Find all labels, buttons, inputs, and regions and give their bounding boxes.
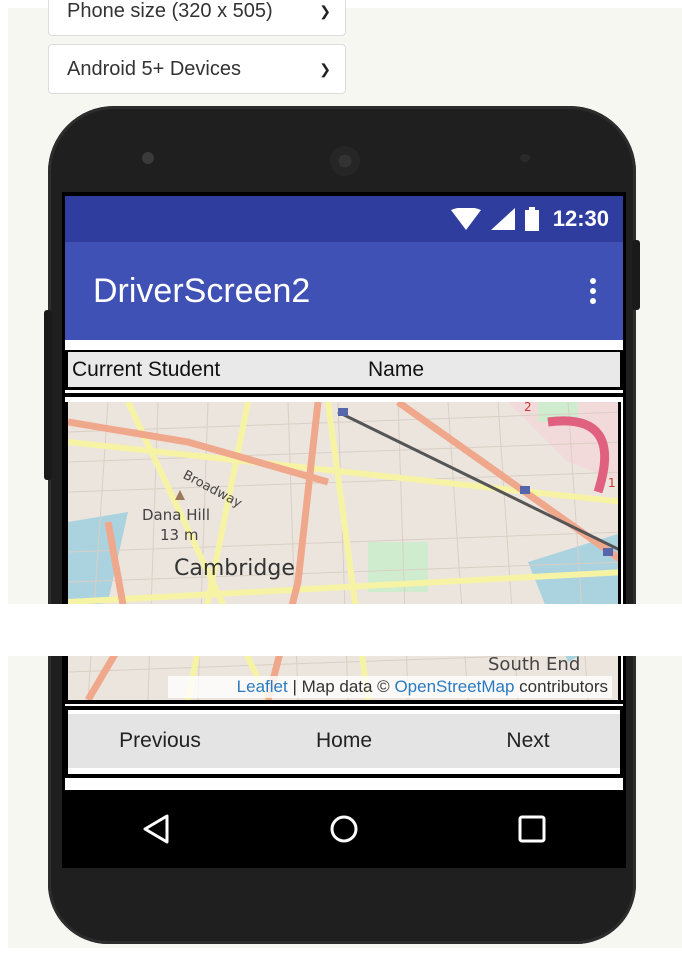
battery-icon (524, 207, 539, 231)
home-button[interactable]: Home (252, 714, 436, 768)
front-camera-icon (142, 152, 154, 164)
divider (65, 393, 623, 397)
chevron-down-icon: ❯ (319, 60, 331, 77)
status-bar: 12:30 (65, 196, 623, 242)
divider (65, 782, 623, 788)
attribution-suffix: contributors (514, 677, 608, 696)
status-time: 12:30 (552, 206, 609, 231)
previous-button[interactable]: Previous (68, 714, 252, 768)
phone-size-value: Phone size (320 x 505) (67, 0, 273, 22)
scroll-gap (0, 604, 682, 656)
map-label-south-end: South End (488, 654, 581, 675)
student-name-value: Name (368, 358, 425, 381)
back-icon[interactable] (126, 799, 186, 859)
openstreetmap-link[interactable]: OpenStreetMap (394, 677, 514, 696)
phone-size-select[interactable]: Phone size (320 x 505) ❯ (48, 0, 346, 36)
attribution-text: | Map data © (287, 677, 395, 696)
map-label-route-right: 1 (608, 476, 616, 490)
map-label-cambridge: Cambridge (174, 556, 295, 581)
android-version-value: Android 5+ Devices (67, 57, 241, 80)
chevron-down-icon: ❯ (319, 2, 331, 19)
power-button (632, 240, 640, 310)
wifi-icon (450, 208, 481, 230)
signal-icon (490, 208, 515, 230)
recents-icon[interactable] (502, 799, 562, 859)
sensor-icon (520, 154, 530, 162)
map-attribution: Leaflet | Map data © OpenStreetMap contr… (168, 676, 612, 698)
android-nav-bar (62, 790, 626, 868)
leaflet-link[interactable]: Leaflet (237, 677, 288, 696)
page-title: DriverScreen2 (93, 271, 311, 310)
current-student-row: Current Student Name (65, 352, 623, 388)
android-version-select[interactable]: Android 5+ Devices ❯ (48, 44, 346, 94)
next-button[interactable]: Next (436, 714, 620, 768)
current-student-label: Current Student (72, 358, 221, 381)
map-label-elevation: 13 m (160, 526, 199, 544)
map-label-dana-hill: Dana Hill (142, 506, 210, 524)
earpiece-icon (330, 146, 360, 176)
divider (65, 774, 623, 778)
app-bar: DriverScreen2 (65, 242, 623, 340)
home-circle-icon[interactable] (314, 799, 374, 859)
overflow-menu-icon[interactable] (589, 278, 597, 304)
map-label-route: 2 (524, 402, 532, 414)
navigation-buttons: Previous Home Next (65, 710, 623, 774)
volume-button (44, 310, 52, 480)
divider (65, 387, 623, 390)
divider (65, 700, 623, 704)
